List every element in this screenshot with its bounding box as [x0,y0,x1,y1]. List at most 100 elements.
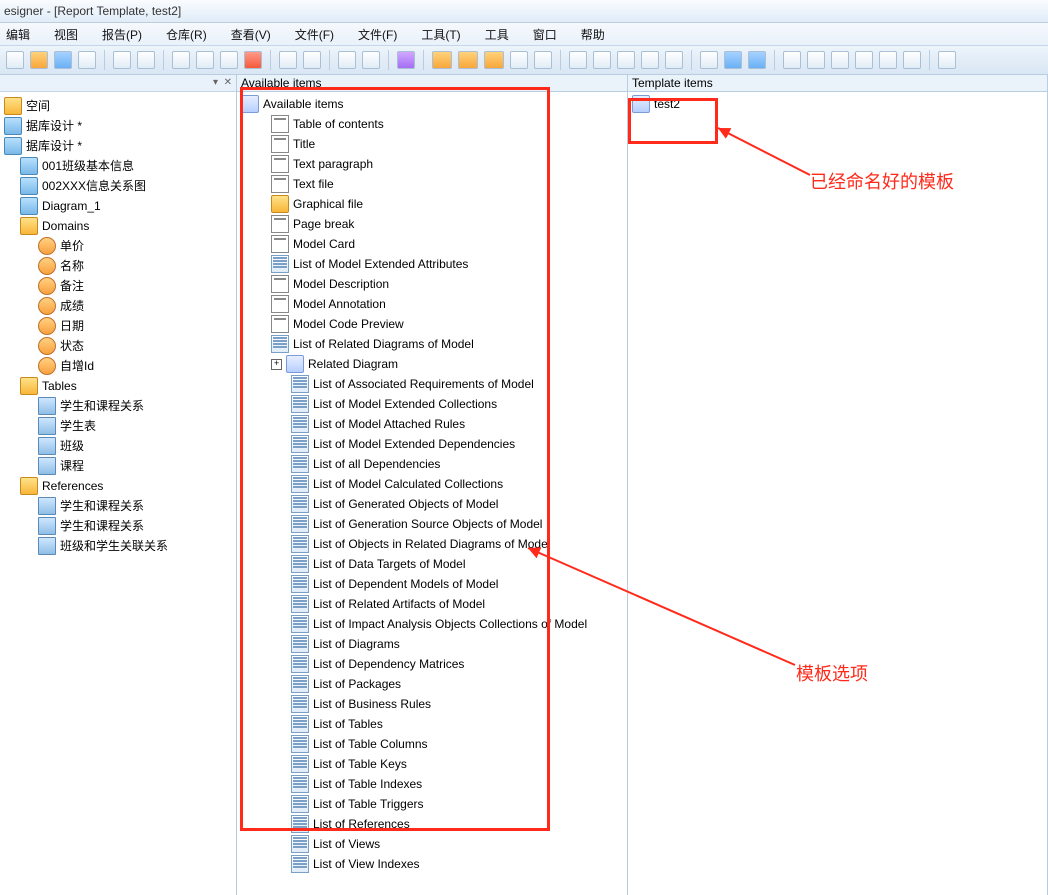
available-item[interactable]: List of View Indexes [237,854,627,874]
available-item[interactable]: List of Dependency Matrices [237,654,627,674]
template-root-node[interactable]: test2 [628,94,1047,114]
menu-item[interactable]: 视图 [54,26,78,43]
toolbar-align-3[interactable] [831,51,849,69]
menu-item[interactable]: 报告(P) [102,26,142,43]
toolbar-delete-icon[interactable] [244,51,262,69]
menu-item[interactable]: 工具 [485,26,509,43]
available-item[interactable]: +Related Diagram [237,354,627,374]
tree-node[interactable]: 学生和课程关系 [2,496,234,516]
available-item[interactable]: List of Data Targets of Model [237,554,627,574]
available-item[interactable]: List of Model Extended Attributes [237,254,627,274]
available-item[interactable]: List of Generation Source Objects of Mod… [237,514,627,534]
tree-node[interactable]: 班级 [2,436,234,456]
available-item[interactable]: List of Diagrams [237,634,627,654]
tree-node[interactable]: References [2,476,234,496]
toolbar-redo-icon[interactable] [303,51,321,69]
available-item[interactable]: Text paragraph [237,154,627,174]
available-item[interactable]: List of Table Indexes [237,774,627,794]
tree-node[interactable]: 状态 [2,336,234,356]
available-item[interactable]: List of all Dependencies [237,454,627,474]
toolbar-btn-6[interactable] [593,51,611,69]
available-item[interactable]: Model Description [237,274,627,294]
tree-node[interactable]: 据库设计 * [2,116,234,136]
toolbar-btn-10[interactable] [700,51,718,69]
tree-node[interactable]: 据库设计 * [2,136,234,156]
toolbar-align-2[interactable] [807,51,825,69]
toolbar-arrow-right-icon[interactable] [748,51,766,69]
menu-item[interactable]: 帮助 [581,26,605,43]
toolbar-btn-9[interactable] [665,51,683,69]
toolbar-open-icon[interactable] [30,51,48,69]
toolbar-align-1[interactable] [783,51,801,69]
tree-node[interactable]: 课程 [2,456,234,476]
available-item[interactable]: List of Tables [237,714,627,734]
menu-item[interactable]: 编辑 [6,26,30,43]
template-items-tree[interactable]: test2 [628,92,1047,116]
tree-node[interactable]: Tables [2,376,234,396]
available-item[interactable]: Table of contents [237,114,627,134]
tree-node[interactable]: 空间 [2,96,234,116]
toolbar-cut-icon[interactable] [172,51,190,69]
toolbar-align-5[interactable] [879,51,897,69]
available-item[interactable]: Page break [237,214,627,234]
toolbar-folder-icon[interactable] [432,51,452,69]
tree-node[interactable]: 自增Id [2,356,234,376]
tree-node[interactable]: 班级和学生关联关系 [2,536,234,556]
available-item[interactable]: List of Business Rules [237,694,627,714]
available-item[interactable]: List of Associated Requirements of Model [237,374,627,394]
menu-item[interactable]: 仓库(R) [166,26,207,43]
tree-node[interactable]: 002XXX信息关系图 [2,176,234,196]
available-item[interactable]: List of Dependent Models of Model [237,574,627,594]
tree-node[interactable]: Domains [2,216,234,236]
available-item[interactable]: List of Views [237,834,627,854]
available-item[interactable]: List of Model Extended Dependencies [237,434,627,454]
toolbar-btn-4[interactable] [534,51,552,69]
tree-node[interactable]: 学生表 [2,416,234,436]
available-item[interactable]: List of Table Triggers [237,794,627,814]
toolbar-search-icon[interactable] [113,51,131,69]
toolbar-save-icon[interactable] [54,51,72,69]
toolbar-folder-add-icon[interactable] [484,51,504,69]
available-item[interactable]: List of Impact Analysis Objects Collecti… [237,614,627,634]
available-item[interactable]: List of Related Diagrams of Model [237,334,627,354]
object-tree[interactable]: 空间据库设计 *据库设计 *001班级基本信息002XXX信息关系图Diagra… [0,92,236,560]
available-item[interactable]: List of Table Columns [237,734,627,754]
toolbar-help-icon[interactable] [397,51,415,69]
tree-node[interactable]: 学生和课程关系 [2,396,234,416]
available-item[interactable]: List of Model Attached Rules [237,414,627,434]
available-item[interactable]: List of Packages [237,674,627,694]
toolbar-print-icon[interactable] [78,51,96,69]
available-root-node[interactable]: Available items [237,94,627,114]
menu-item[interactable]: 文件(F) [358,26,397,43]
close-icon[interactable]: ✕ [224,77,232,88]
available-item[interactable]: List of References [237,814,627,834]
tree-node[interactable]: 名称 [2,256,234,276]
toolbar-align-4[interactable] [855,51,873,69]
toolbar-undo-icon[interactable] [279,51,297,69]
tree-node[interactable]: 单价 [2,236,234,256]
tree-node[interactable]: 成绩 [2,296,234,316]
available-item[interactable]: Model Card [237,234,627,254]
toolbar-zoom-icon[interactable] [938,51,956,69]
toolbar-new-icon[interactable] [6,51,24,69]
toolbar-folder-open-icon[interactable] [458,51,478,69]
toolbar-btn-5[interactable] [569,51,587,69]
toolbar-btn-8[interactable] [641,51,659,69]
toolbar-paste-icon[interactable] [220,51,238,69]
menu-item[interactable]: 窗口 [533,26,557,43]
available-items-tree[interactable]: Available itemsTable of contentsTitleTex… [237,92,627,876]
available-item[interactable]: Graphical file [237,194,627,214]
toolbar-arrow-left-icon[interactable] [724,51,742,69]
toolbar-btn-3[interactable] [510,51,528,69]
available-item[interactable]: Model Code Preview [237,314,627,334]
toolbar-btn-7[interactable] [617,51,635,69]
menu-item[interactable]: 工具(T) [421,26,460,43]
available-item[interactable]: Text file [237,174,627,194]
menu-item[interactable]: 文件(F) [295,26,334,43]
available-item[interactable]: List of Objects in Related Diagrams of M… [237,534,627,554]
available-item[interactable]: List of Related Artifacts of Model [237,594,627,614]
toolbar-copy-icon[interactable] [196,51,214,69]
tree-node[interactable]: 学生和课程关系 [2,516,234,536]
tree-node[interactable]: 日期 [2,316,234,336]
tree-node[interactable]: 001班级基本信息 [2,156,234,176]
